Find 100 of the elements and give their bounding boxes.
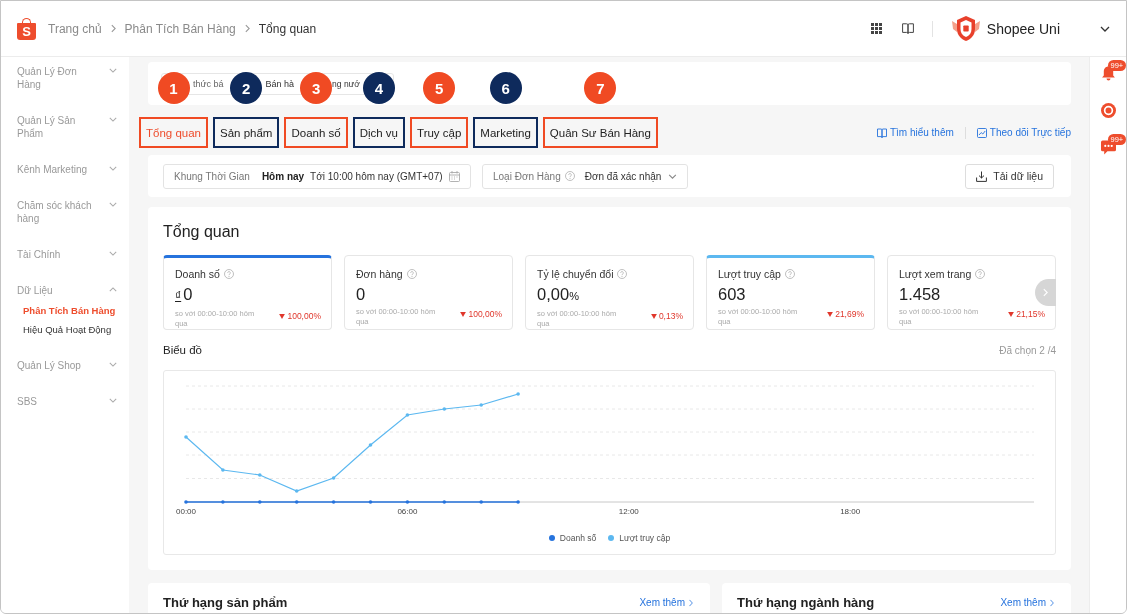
breadcrumb-link[interactable]: Trang chủ (48, 21, 102, 36)
sidebar-subitem[interactable]: Phân Tích Bán Hàng (23, 305, 129, 317)
down-triangle-icon (827, 311, 834, 317)
data-point (331, 500, 336, 504)
legend-label: Lượt truy cập (619, 532, 671, 543)
axis-label: 18:00 (840, 507, 861, 516)
data-point (405, 413, 410, 417)
text-link[interactable]: Theo dõi Trực tiếp (976, 127, 1071, 138)
field-label: Loại Đơn Hàng (493, 170, 561, 182)
data-point (258, 473, 262, 477)
order-type-dropdown[interactable]: Loại Đơn Hàng Đơn đã xác nhận (482, 163, 688, 189)
calendar-icon (449, 170, 460, 182)
down-triangle-icon (279, 313, 286, 319)
help-icon[interactable] (564, 171, 575, 181)
data-point (184, 500, 188, 504)
view-more-link[interactable]: Xem thêm (1000, 595, 1054, 611)
field-label: Khung Thời Gian (174, 170, 250, 182)
chart-title: Biểu đồ (163, 344, 202, 356)
data-point (184, 435, 188, 439)
help-icon[interactable] (617, 269, 628, 279)
metric-label: Đơn hàng (356, 268, 403, 280)
data-point (368, 500, 373, 504)
tab[interactable]: Quân Sư Bán Hàng (542, 117, 658, 148)
data-point (294, 489, 299, 493)
chart-icon (976, 127, 987, 138)
view-more-link[interactable]: Xem thêm (639, 595, 693, 611)
axis-label: 06:00 (397, 507, 418, 516)
metric-value: 0 (356, 284, 367, 304)
tab[interactable]: Truy cập (410, 117, 469, 148)
change-percent: 0,13% (658, 311, 683, 321)
chevron-right-icon (1050, 599, 1054, 607)
tab[interactable]: Tổng quan (139, 117, 208, 148)
chevron-down-icon (1100, 25, 1110, 32)
date-range-text: Tới 10:00 hôm nay (GMT+07) (310, 170, 443, 182)
ring-icon[interactable] (1100, 103, 1116, 118)
down-triangle-icon (1008, 311, 1015, 317)
axis-label: 12:00 (618, 507, 639, 516)
data-point (368, 443, 373, 447)
metric-label: Doanh số (175, 268, 220, 280)
field-value[interactable]: ng nướ (332, 79, 360, 89)
tab[interactable]: Dịch vụ (352, 117, 406, 148)
chevron-right-icon (244, 24, 250, 33)
data-point (442, 500, 447, 504)
data-point (479, 500, 483, 504)
next-button[interactable] (1035, 279, 1056, 306)
down-triangle-icon (460, 311, 467, 317)
change-percent: 100,00% (468, 309, 502, 319)
metric-label: Lượt truy cập (718, 268, 781, 280)
section-title: Tổng quan (163, 222, 241, 242)
grid-icon[interactable] (870, 23, 882, 34)
data-point (221, 500, 225, 504)
metric-value: 0,00% (537, 284, 580, 305)
period-value: Hôm nay (261, 170, 305, 182)
help-icon[interactable] (975, 269, 986, 279)
card-title: Thứ hạng sản phẩm (163, 595, 288, 611)
date-range-field[interactable]: Khung Thời Gian Hôm nay Tới 10:00 hôm nay (GMT+07) (163, 163, 471, 189)
card-title: Thứ hạng ngành hàng (737, 595, 875, 611)
emblem-icon[interactable] (950, 15, 981, 42)
chevron-right-icon (110, 24, 116, 33)
change-percent: 100,00% (287, 311, 321, 321)
metric-value: 603 (718, 284, 747, 304)
metric-value: 1.458 (899, 284, 942, 304)
down-triangle-icon (650, 313, 657, 319)
field-label: thức bá (193, 79, 224, 89)
metric-value: ₫0 (175, 284, 194, 305)
tab[interactable]: Marketing (473, 117, 538, 148)
data-point (221, 468, 225, 472)
data-point (258, 500, 262, 504)
field-value: Đơn đã xác nhận (584, 170, 662, 182)
book-icon (876, 127, 887, 138)
chevron-down-icon (668, 173, 678, 179)
data-point (516, 500, 520, 504)
chevron-right-icon (689, 599, 693, 607)
change-percent: 21,15% (1016, 309, 1045, 319)
data-point (331, 476, 336, 480)
download-button[interactable]: Tải dữ liệu (965, 163, 1054, 189)
data-point (479, 403, 483, 407)
sidebar-subitem[interactable]: Hiệu Quả Hoạt Động (23, 324, 129, 336)
help-icon[interactable] (223, 269, 234, 279)
chevron-right-icon (1043, 288, 1048, 297)
breadcrumb-link[interactable]: Phân Tích Bán Hàng (124, 21, 236, 36)
tab[interactable]: Doanh số (284, 117, 348, 148)
tab[interactable]: Sản phẩm (213, 117, 280, 148)
data-point (294, 500, 299, 504)
breadcrumb-current: Tổng quan (258, 21, 317, 36)
selection-count: Đã chọn 2 /4 (999, 344, 1056, 356)
data-point (405, 500, 410, 504)
data-point (516, 392, 520, 396)
help-icon[interactable] (784, 269, 795, 279)
metric-label: Tỷ lệ chuyển đổi (537, 268, 614, 280)
field-value[interactable]: Bán hà (265, 79, 295, 89)
change-percent: 21,69% (835, 309, 864, 319)
text-link[interactable]: Tìm hiểu thêm (876, 127, 954, 138)
help-icon[interactable] (406, 269, 417, 279)
book-icon[interactable] (901, 23, 914, 34)
account-name[interactable]: Shopee Uni (986, 20, 1060, 37)
metric-label: Lượt xem trang (899, 268, 972, 280)
download-icon (976, 170, 988, 182)
axis-label: 00:00 (176, 507, 196, 516)
legend-label: Doanh số (559, 532, 597, 543)
